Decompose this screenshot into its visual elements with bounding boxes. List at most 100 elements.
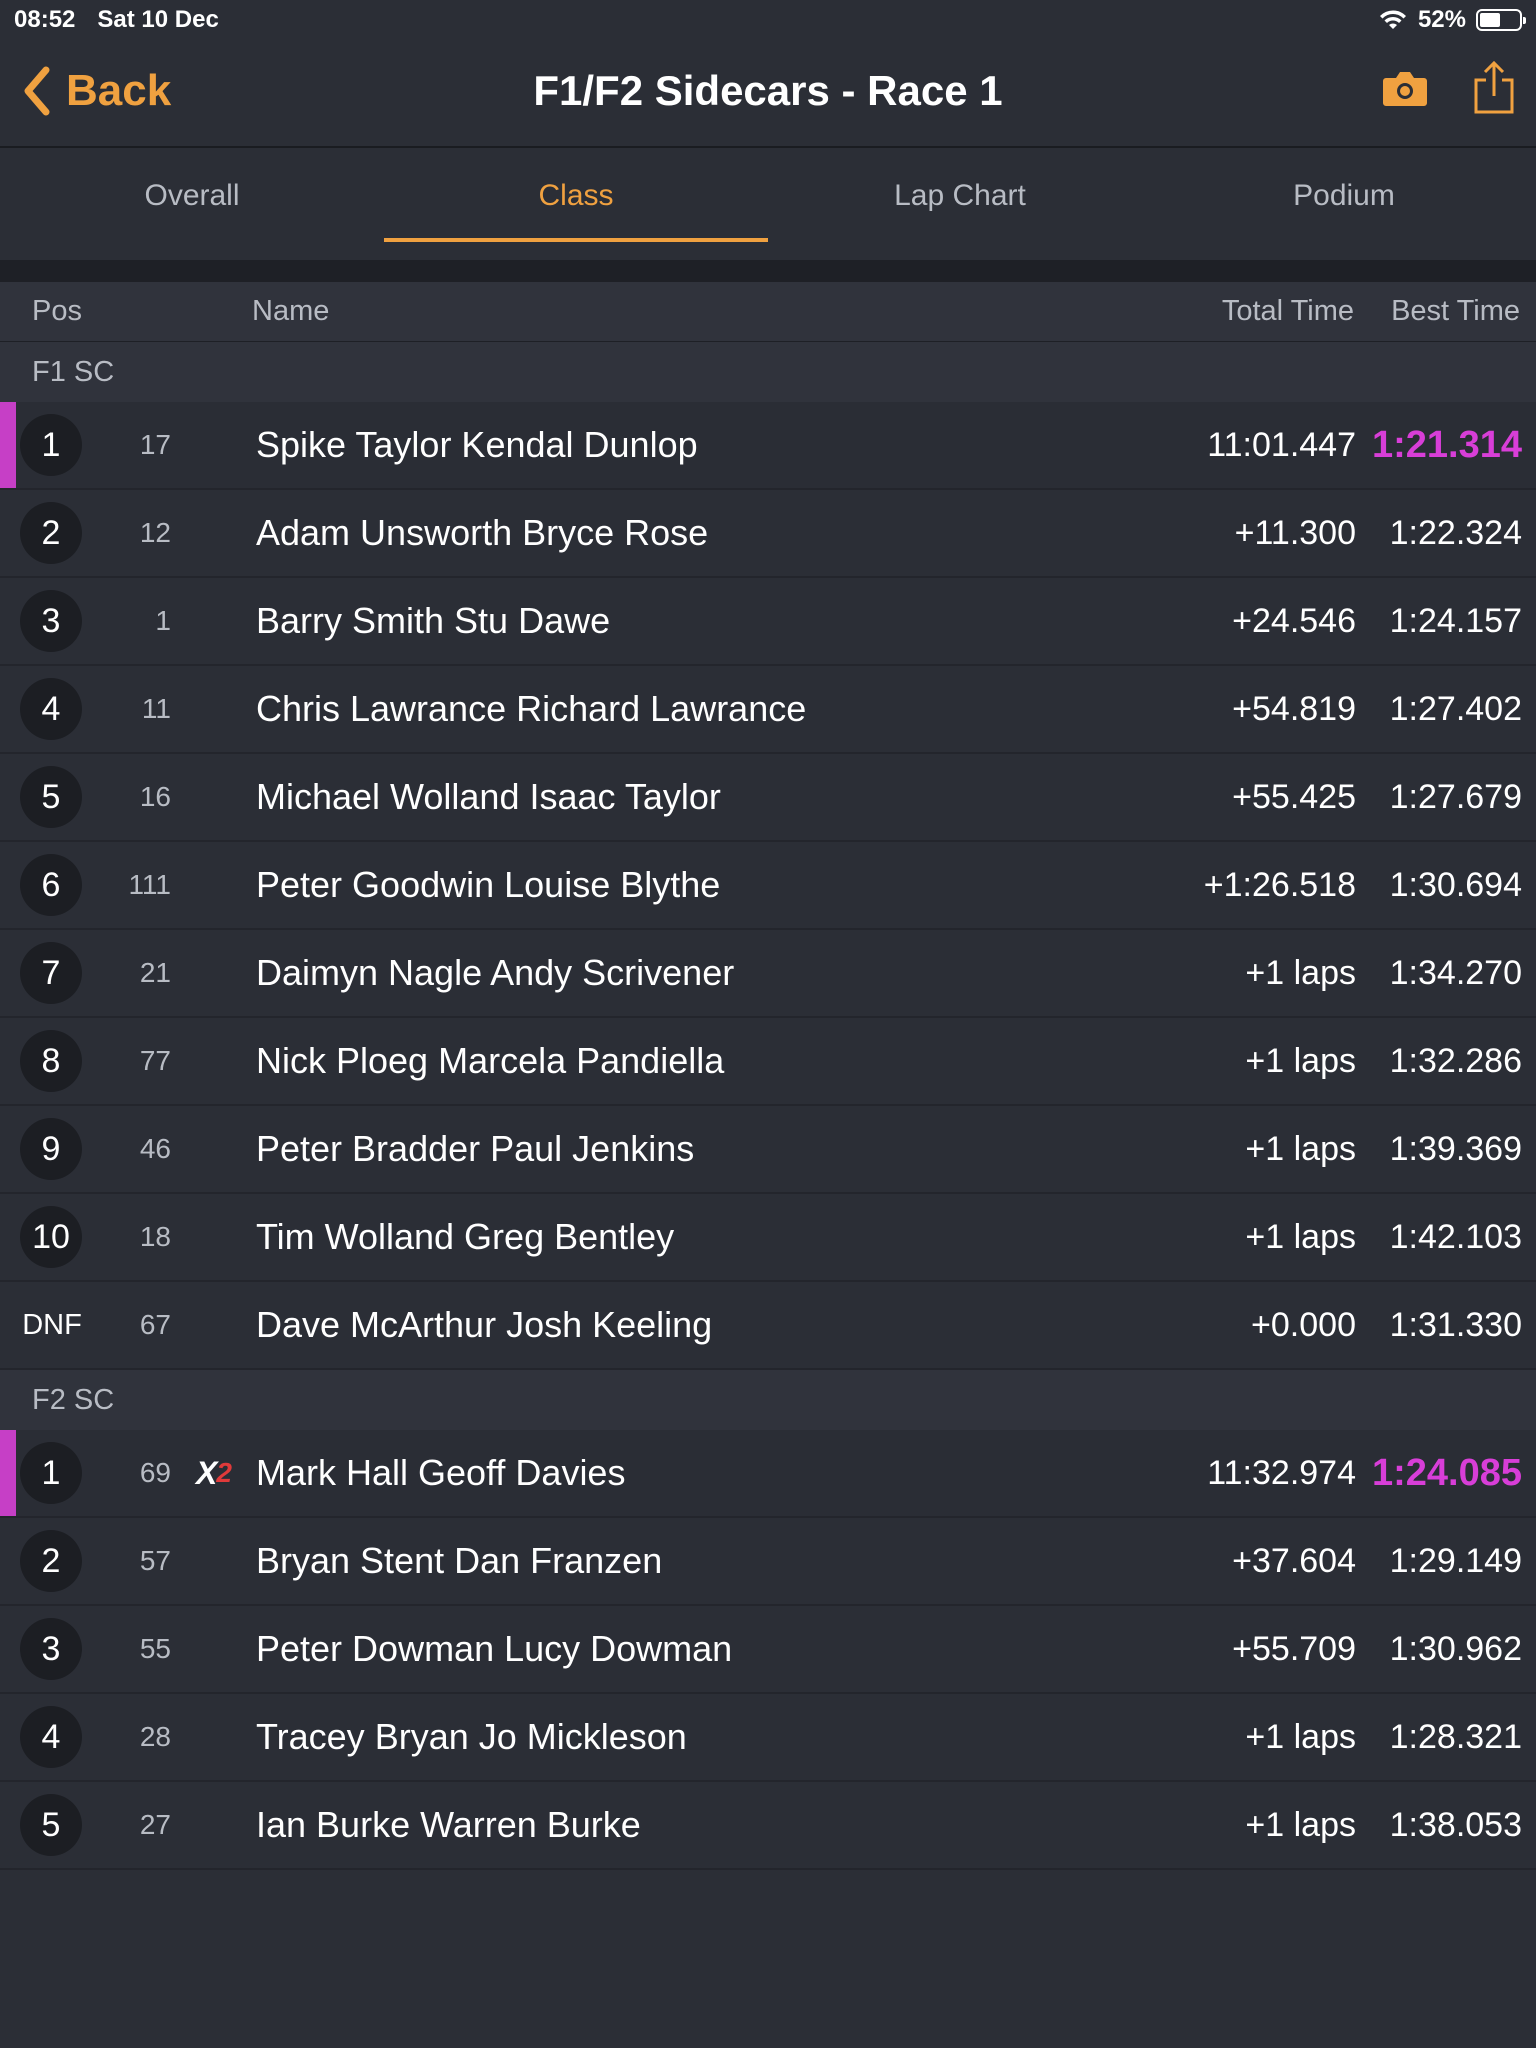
position-badge: DNF	[22, 1308, 82, 1341]
tab-bar: Overall Class Lap Chart Podium	[0, 150, 1536, 260]
position-badge: 8	[20, 1030, 82, 1092]
race-number: 57	[139, 1545, 171, 1576]
position-badge: 6	[20, 854, 82, 916]
total-time: +1 laps	[1245, 1717, 1356, 1756]
leader-indicator	[0, 1430, 16, 1516]
race-number: 28	[139, 1721, 171, 1752]
position-badge: 5	[20, 766, 82, 828]
page-title: F1/F2 Sidecars - Race 1	[533, 67, 1003, 114]
best-time: 1:30.694	[1389, 865, 1522, 904]
total-time: +55.425	[1232, 777, 1356, 816]
best-time: 1:38.053	[1389, 1805, 1522, 1844]
header-name: Name	[252, 295, 330, 327]
best-time: 1:30.962	[1389, 1629, 1522, 1668]
rider-names: Daimyn Nagle Andy Scrivener	[256, 952, 735, 993]
status-time: 08:52	[14, 6, 76, 33]
total-time: +54.819	[1232, 689, 1356, 728]
position-badge: 3	[20, 590, 82, 652]
rider-names: Mark Hall Geoff Davies	[256, 1452, 626, 1493]
best-time: 1:34.270	[1389, 953, 1522, 992]
tab-class[interactable]: Class	[384, 150, 768, 242]
battery-icon	[1476, 9, 1526, 31]
tab-overall[interactable]: Overall	[0, 150, 384, 242]
rider-names: Bryan Stent Dan Franzen	[256, 1540, 663, 1581]
results-groups: F1 SC 1 17 Spike Taylor Kendal Dunlop 11:01.…	[0, 342, 1536, 1870]
race-number: 27	[139, 1809, 171, 1840]
rider-names: Michael Wolland Isaac Taylor	[256, 776, 721, 817]
race-number: 21	[139, 957, 171, 988]
rider-names: Barry Smith Stu Dawe	[256, 600, 611, 641]
total-time: 11:32.974	[1207, 1453, 1356, 1492]
table-row[interactable]: 2 57 Bryan Stent Dan Franzen +37.604 1:29.14…	[0, 1518, 1536, 1606]
total-time: +1 laps	[1245, 1217, 1356, 1256]
table-row[interactable]: 5 16 Michael Wolland Isaac Taylor +55.425 1:…	[0, 754, 1536, 842]
table-row[interactable]: 1 69 X 2 Mark Hall Geoff Davies 11:32.974 1:24…	[0, 1430, 1536, 1518]
share-icon[interactable]	[1472, 60, 1516, 116]
rider-names: Chris Lawrance Richard Lawrance	[256, 688, 807, 729]
position-badge: 1	[20, 414, 82, 476]
table-row[interactable]: 1 17 Spike Taylor Kendal Dunlop 11:01.447 1:…	[0, 402, 1536, 490]
best-time: 1:24.085	[1371, 1451, 1522, 1494]
table-row[interactable]: 7 21 Daimyn Nagle Andy Scrivener +1 laps 1:3…	[0, 930, 1536, 1018]
position-badge: 9	[20, 1118, 82, 1180]
race-number: 111	[128, 869, 171, 900]
table-row[interactable]: 4 28 Tracey Bryan Jo Mickleson +1 laps 1:28.…	[0, 1694, 1536, 1782]
battery-percent: 52%	[1417, 6, 1466, 33]
camera-icon[interactable]	[1382, 68, 1428, 108]
status-date: Sat 10 Dec	[97, 6, 219, 33]
nav-bar: Back F1/F2 Sidecars - Race 1	[0, 40, 1536, 148]
rider-names: Dave McArthur Josh Keeling	[256, 1304, 713, 1345]
total-time: +55.709	[1232, 1629, 1356, 1668]
position-badge: 5	[20, 1794, 82, 1856]
best-time: 1:42.103	[1389, 1217, 1522, 1256]
position-badge: 2	[20, 502, 82, 564]
table-row[interactable]: DNF 67 Dave McArthur Josh Keeling +0.000 1:3…	[0, 1282, 1536, 1370]
table-row[interactable]: 6 111 Peter Goodwin Louise Blythe +1:26.518…	[0, 842, 1536, 930]
group-header: F1 SC	[0, 342, 1536, 402]
total-time: +1:26.518	[1203, 865, 1356, 904]
wifi-icon	[1379, 10, 1406, 29]
rider-names: Tim Wolland Greg Bentley	[256, 1216, 675, 1257]
status-left: 08:52 Sat 10 Dec	[14, 6, 219, 34]
race-number: 69	[139, 1457, 171, 1488]
race-number: 16	[139, 781, 171, 812]
status-right: 52%	[1378, 6, 1526, 34]
table-row[interactable]: 3 1 Barry Smith Stu Dawe +24.546 1:24.157	[0, 578, 1536, 666]
best-time: 1:27.679	[1389, 777, 1522, 816]
total-time: +1 laps	[1245, 1041, 1356, 1080]
best-time: 1:22.324	[1389, 513, 1522, 552]
group-header: F2 SC	[0, 1370, 1536, 1430]
table-row[interactable]: 3 55 Peter Dowman Lucy Dowman +55.709 1:30.9…	[0, 1606, 1536, 1694]
table-row[interactable]: 10 18 Tim Wolland Greg Bentley +1 laps 1:42.…	[0, 1194, 1536, 1282]
table-header: Pos Name Total Time Best Time	[0, 282, 1536, 342]
table-row[interactable]: 9 46 Peter Bradder Paul Jenkins +1 laps 1:39…	[0, 1106, 1536, 1194]
total-time: +1 laps	[1245, 1129, 1356, 1168]
table-row[interactable]: 2 12 Adam Unsworth Bryce Rose +11.300 1:22.3…	[0, 490, 1536, 578]
status-bar: 08:52 Sat 10 Dec 52%	[0, 0, 1536, 40]
tab-podium[interactable]: Podium	[1152, 150, 1536, 242]
race-number: 12	[139, 517, 171, 548]
nav-actions	[1382, 60, 1516, 116]
header-pos: Pos	[32, 295, 82, 327]
total-time: +37.604	[1232, 1541, 1356, 1580]
header-total-time: Total Time	[1221, 295, 1354, 327]
position-badge: 4	[20, 1706, 82, 1768]
total-time: +0.000	[1251, 1305, 1356, 1344]
table-row[interactable]: 5 27 Ian Burke Warren Burke +1 laps 1:38.053	[0, 1782, 1536, 1870]
best-time: 1:27.402	[1389, 689, 1522, 728]
table-row[interactable]: 4 11 Chris Lawrance Richard Lawrance +54.81…	[0, 666, 1536, 754]
header-best-time: Best Time	[1391, 295, 1520, 327]
total-time: +11.300	[1234, 513, 1356, 552]
table-row[interactable]: 8 77 Nick Ploeg Marcela Pandiella +1 laps 1:…	[0, 1018, 1536, 1106]
race-number: 11	[141, 693, 171, 724]
leader-indicator	[0, 402, 16, 488]
badge-number: 2	[216, 1457, 232, 1488]
tab-lap-chart[interactable]: Lap Chart	[768, 150, 1152, 242]
total-time: 11:01.447	[1207, 425, 1356, 464]
rider-names: Nick Ploeg Marcela Pandiella	[256, 1040, 725, 1081]
race-number: 77	[139, 1045, 171, 1076]
x2-badge-icon: X2	[196, 1430, 232, 1516]
best-time: 1:39.369	[1389, 1129, 1522, 1168]
best-time: 1:31.330	[1389, 1305, 1522, 1344]
position-badge: 4	[20, 678, 82, 740]
